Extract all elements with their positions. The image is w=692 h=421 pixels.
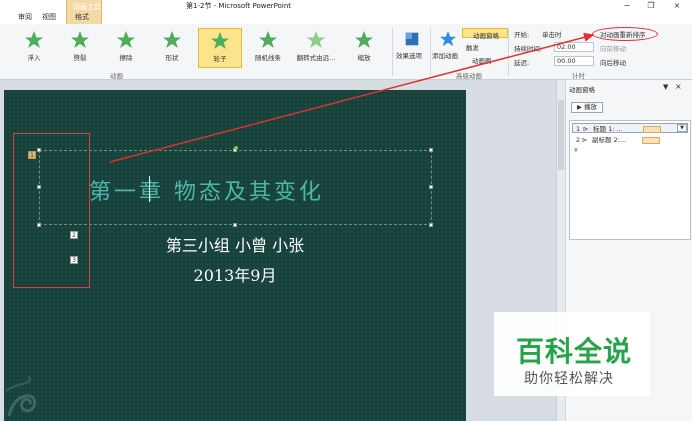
move-earlier-button[interactable]: 向前移动 (600, 43, 626, 53)
star-icon (163, 31, 181, 48)
title-bar: 动画工具 格式 审阅 视图 第1-2节 - Microsoft PowerPoi… (0, 0, 692, 24)
anim-label: 翻转式由远... (296, 54, 336, 62)
row-number: 2 (576, 136, 581, 144)
move-later-button[interactable]: 向后移动 (600, 57, 626, 67)
scrollbar-thumb[interactable] (558, 100, 564, 170)
tab-format[interactable]: 格式 (75, 12, 89, 22)
slide-workarea: 第一章 物态及其变化 第三小组 小曾 小张 2013年9月 1 2 3 (0, 80, 556, 421)
animation-order-tag[interactable]: 3 (70, 256, 78, 264)
row-number: 1 (576, 125, 581, 133)
star-icon (307, 31, 325, 48)
minimize-button[interactable]: − (618, 0, 636, 12)
anim-label: 劈裂 (73, 54, 87, 62)
resize-handle[interactable] (429, 223, 433, 227)
star-icon (117, 31, 135, 48)
powerpoint-window: 动画工具 格式 审阅 视图 第1-2节 - Microsoft PowerPoi… (0, 0, 692, 421)
animation-order-tag[interactable]: 1 (28, 151, 36, 159)
chevron-down-icon[interactable]: ▼ (677, 124, 687, 132)
duration-label: 持续时间: (514, 45, 543, 53)
trigger-button[interactable]: 触发 (466, 42, 479, 52)
pane-title: 动画窗格 (569, 86, 595, 94)
tab-view[interactable]: 视图 (42, 12, 56, 22)
advanced-group-label: 高级动画 (456, 72, 482, 80)
list-item[interactable]: 1 ⊳ 标题 1: ... ▼ (572, 123, 688, 133)
animation-pane-label: 动画窗格 (473, 32, 499, 40)
pane-menu-icon[interactable]: ▼ (663, 83, 668, 91)
ribbon-divider (392, 28, 393, 76)
star-icon (211, 32, 229, 49)
tab-review[interactable]: 审阅 (18, 12, 32, 22)
play-button[interactable]: ▶ 播放 (571, 102, 603, 113)
effect-options-icon (405, 32, 419, 46)
star-icon (355, 31, 373, 48)
anim-label: 随机线条 (255, 54, 281, 62)
add-animation-icon (439, 30, 457, 47)
mouse-click-icon: ⊳ (583, 125, 589, 133)
resize-handle[interactable] (429, 148, 433, 152)
anim-label: 浮入 (27, 54, 41, 62)
resize-handle[interactable] (233, 223, 237, 227)
effect-options-button[interactable]: 效果选项 (396, 28, 428, 70)
ribbon-divider (508, 28, 509, 76)
delay-label: 延迟: (514, 59, 530, 67)
start-select[interactable]: 单击时 (542, 29, 562, 39)
animation-tools-label: 动画工具 (73, 3, 101, 11)
restore-button[interactable]: ❐ (642, 0, 660, 12)
group-animation-label: 动画 (110, 72, 123, 80)
reorder-highlight-oval (592, 27, 658, 41)
close-button[interactable]: × (668, 0, 686, 12)
swirl-ornament-icon (5, 375, 37, 417)
start-label: 开始: (514, 31, 530, 39)
anim-label: 缩放 (357, 54, 371, 62)
animation-pane-toggle[interactable]: 动画窗格 (462, 28, 508, 40)
anim-zoom[interactable]: 缩放 (342, 28, 386, 68)
close-icon[interactable]: × (675, 82, 682, 91)
anim-float-in[interactable]: 浮入 (12, 28, 56, 68)
timing-bar (643, 126, 661, 133)
anim-label: 形状 (165, 54, 179, 62)
list-item[interactable]: 2 ⊳ 副标题 2:... (572, 135, 688, 145)
expand-chevron-icon[interactable]: ¥ (574, 147, 578, 154)
effect-options-label: 效果选项 (396, 52, 422, 60)
watermark-slogan: 助你轻松解决 (524, 371, 614, 387)
row-label: 标题 1: ... (593, 125, 623, 133)
slide-title[interactable]: 第一章 物态及其变化 (89, 174, 324, 206)
anim-wheel[interactable]: 轮子 (198, 28, 242, 68)
ribbon-divider (430, 28, 431, 76)
anim-grow-turn[interactable]: 翻转式由远... (294, 28, 338, 68)
anim-shape[interactable]: 形状 (150, 28, 194, 68)
resize-handle[interactable] (429, 185, 433, 189)
delay-spinner[interactable]: 00.00 (554, 56, 594, 66)
mouse-click-icon: ⊳ (582, 136, 588, 144)
star-icon (71, 31, 89, 48)
slide-canvas[interactable]: 第一章 物态及其变化 第三小组 小曾 小张 2013年9月 1 2 3 (4, 90, 466, 421)
window-title: 第1-2节 - Microsoft PowerPoint (186, 2, 292, 10)
animation-tools-group: 动画工具 格式 (66, 0, 102, 24)
timing-group-label: 计时 (572, 72, 585, 80)
text-caret (149, 176, 150, 202)
rotation-handle[interactable] (234, 146, 238, 150)
row-label: 副标题 2:... (592, 136, 627, 144)
anim-label: 轮子 (213, 55, 227, 63)
animation-painter-button[interactable]: 动画刷 (472, 55, 492, 65)
animation-order-tag[interactable]: 2 (70, 231, 78, 239)
anim-wipe[interactable]: 擦除 (104, 28, 148, 68)
watermark-title: 百科全说 (516, 335, 633, 368)
anim-label: 擦除 (119, 54, 133, 62)
anim-split[interactable]: 劈裂 (58, 28, 102, 68)
animation-list: 1 ⊳ 标题 1: ... ▼ 2 ⊳ 副标题 2:... ¥ (569, 120, 691, 240)
add-animation-label: 添加动画 (432, 52, 458, 60)
anim-random-bars[interactable]: 随机线条 (246, 28, 290, 68)
timing-bar (642, 137, 660, 144)
duration-spinner[interactable]: 02.00 (554, 42, 594, 52)
watermark-logo: 百科全说 助你轻松解决 (494, 312, 650, 396)
star-icon (25, 31, 43, 48)
animation-tags-highlight (13, 133, 90, 288)
star-icon (259, 31, 277, 48)
add-animation-button[interactable]: 添加动画 (432, 28, 464, 70)
ribbon: 浮入 劈裂 擦除 形状 轮子 随机线条 翻转式由远... 缩放 动画 效果选项 … (0, 24, 692, 80)
